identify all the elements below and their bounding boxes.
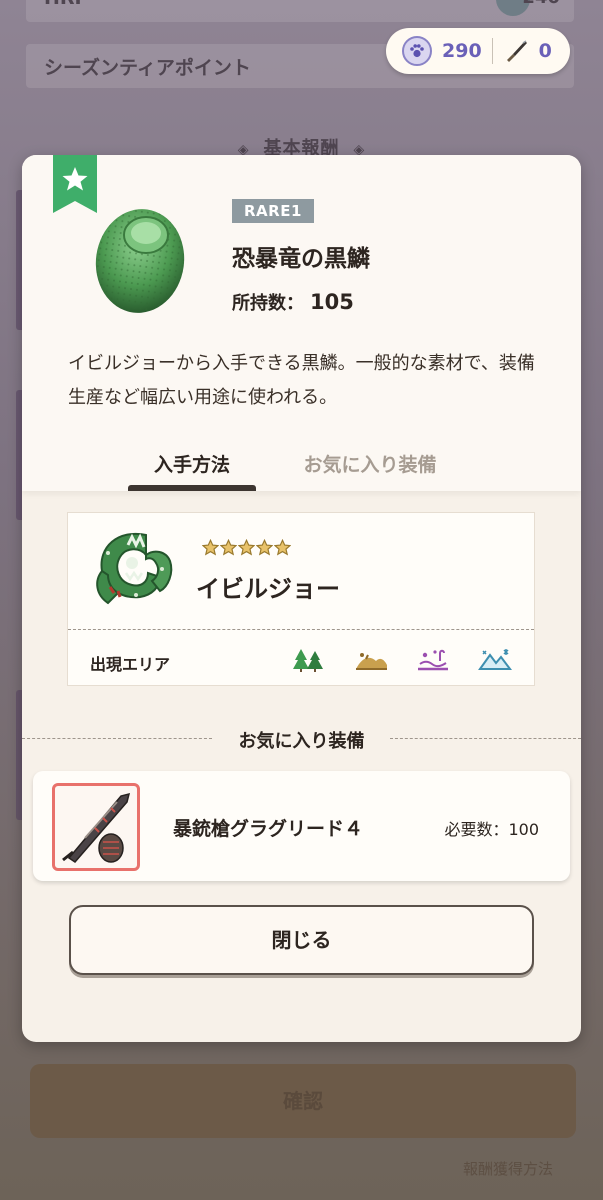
desert-area-icon <box>356 653 387 670</box>
item-name: 恐暴竜の黒鱗 <box>232 246 370 272</box>
star-icon <box>238 539 255 556</box>
item-description: イビルジョーから入手できる黒鱗。一般的な素材で、装備生産など幅広い用途に使われる… <box>68 353 535 408</box>
required-count: 必要数：100 <box>444 816 539 840</box>
bg-confirm-button: 確認 <box>30 1064 576 1138</box>
owned-value: 105 <box>310 290 354 314</box>
knife-count-value: 0 <box>538 40 552 62</box>
currency-bar: 290 0 <box>386 28 570 74</box>
close-button[interactable]: 閉じる <box>69 905 534 975</box>
equipment-name: 暴銃槍グラグリード４ <box>173 818 364 840</box>
item-header: RARE1 恐暴竜の黒鱗 所持数： 105 イビルジョーから入手できる黒鱗。一般的… <box>22 155 581 491</box>
tab-acquisition-method[interactable]: 入手方法 <box>128 437 256 491</box>
monster-card[interactable]: イビルジョー 出現エリア <box>67 512 535 686</box>
star-icon <box>220 539 237 556</box>
gunlance-thumbnail <box>52 783 140 871</box>
bg-hrp-label: HRP <box>44 0 88 9</box>
forest-area-icon <box>293 649 323 672</box>
bg-footer-link: 報酬獲得方法 <box>462 1160 553 1178</box>
deviljho-icon <box>96 532 173 605</box>
heading-divider-right <box>390 738 581 739</box>
star-icon <box>256 539 273 556</box>
required-label: 必要数： <box>444 820 509 839</box>
monster-card-divider <box>68 629 534 630</box>
star-rating <box>202 539 291 556</box>
paw-points-value: 290 <box>442 40 482 62</box>
star-icon <box>274 539 291 556</box>
owned-label: 所持数： <box>232 293 304 314</box>
tab-bar: 入手方法 お気に入り装備 <box>22 437 581 491</box>
monster-name: イビルジョー <box>196 575 340 603</box>
bg-row-hrp: HRP 240 <box>26 0 574 22</box>
swamp-area-icon <box>418 649 448 671</box>
bg-season-label: シーズンティアポイント <box>44 57 251 79</box>
item-detail-modal: RARE1 恐暴竜の黒鱗 所持数： 105 イビルジョーから入手できる黒鱗。一般的… <box>22 155 581 1042</box>
tundra-area-icon <box>478 649 512 670</box>
rarity-badge: RARE1 <box>232 199 314 223</box>
owned-count: 所持数： 105 <box>232 289 354 315</box>
black-scale-icon <box>95 209 185 313</box>
favorite-equipment-card[interactable]: 暴銃槍グラグリード４ 必要数：100 <box>33 771 570 881</box>
carving-knife-icon <box>503 38 529 64</box>
currency-separator <box>491 38 493 64</box>
required-value: 100 <box>508 820 539 839</box>
favorite-equipment-heading: お気に入り装備 <box>22 727 581 752</box>
star-icon <box>202 539 219 556</box>
habitat-area-label: 出現エリア <box>90 655 171 674</box>
bg-hrp-value: 240 <box>522 0 560 8</box>
tab-favorite-equipment[interactable]: お気に入り装備 <box>284 437 456 491</box>
gunlance-icon <box>62 792 131 863</box>
paw-points-icon <box>402 36 432 66</box>
favorite-equipment-title: お気に入り装備 <box>238 731 365 752</box>
